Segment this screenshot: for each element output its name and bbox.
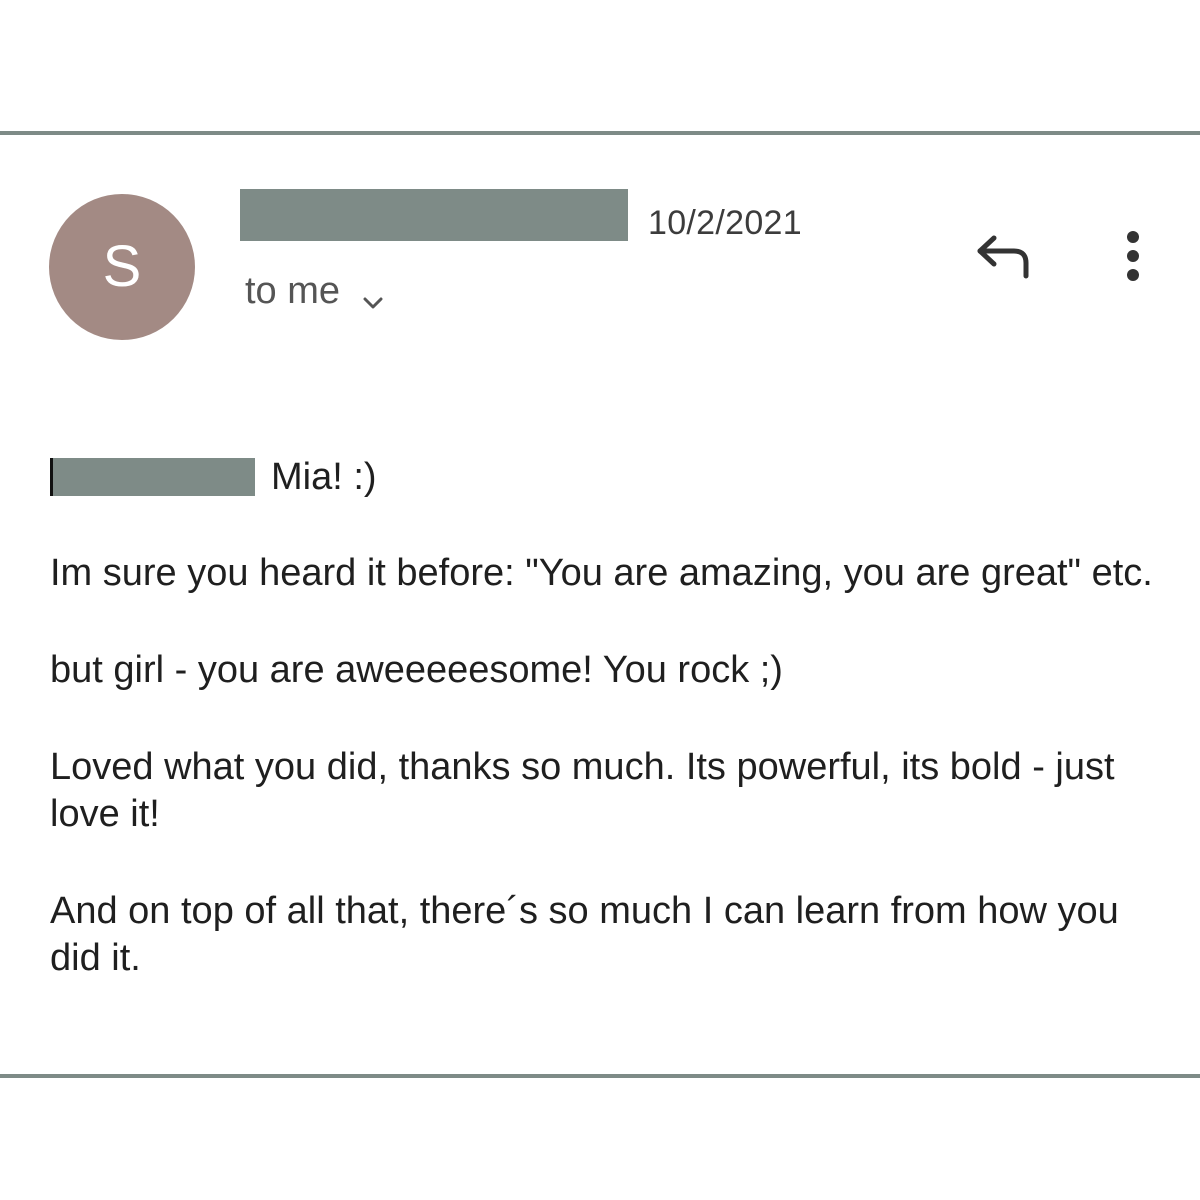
greeting-name: Mia! :) bbox=[271, 455, 377, 498]
message-paragraph: but girl - you are aweeeeesome! You rock… bbox=[50, 649, 783, 691]
bottom-divider bbox=[0, 1074, 1200, 1078]
more-vertical-icon bbox=[1116, 231, 1150, 290]
greeting-line: Mia! :) bbox=[50, 455, 377, 499]
greeting-redaction bbox=[50, 458, 255, 496]
sender-avatar[interactable]: S bbox=[49, 194, 195, 340]
recipient-label: to me bbox=[245, 270, 341, 312]
top-divider bbox=[0, 131, 1200, 135]
message-paragraph: And on top of all that, there´s so much … bbox=[50, 890, 1119, 979]
reply-icon bbox=[972, 235, 1034, 288]
reply-button[interactable] bbox=[972, 228, 1034, 284]
message-body: Im sure you heard it before: "You are am… bbox=[50, 550, 1160, 1032]
email-date: 10/2/2021 bbox=[648, 204, 802, 242]
more-options-button[interactable] bbox=[1116, 228, 1150, 286]
chevron-down-icon bbox=[362, 281, 384, 308]
message-paragraph: Im sure you heard it before: "You are am… bbox=[50, 552, 1153, 594]
sender-name-redaction bbox=[240, 189, 628, 241]
avatar-initial: S bbox=[102, 234, 142, 299]
message-paragraph: Loved what you did, thanks so much. Its … bbox=[50, 746, 1115, 835]
recipient-details-toggle[interactable]: to me bbox=[245, 270, 384, 313]
